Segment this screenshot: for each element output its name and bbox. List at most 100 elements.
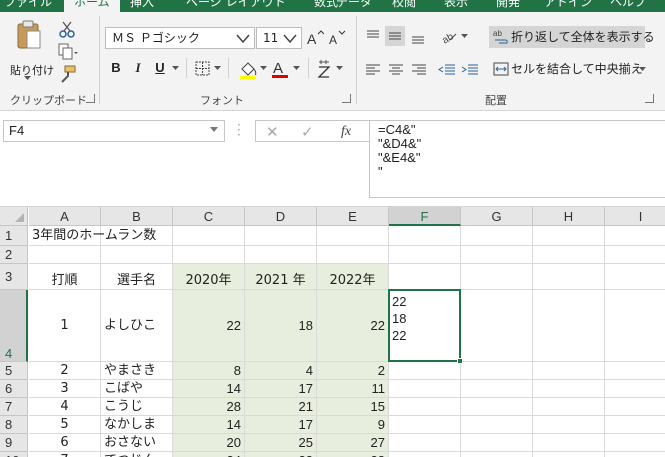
cell-i3[interactable] (605, 264, 665, 290)
cell-f9[interactable] (389, 434, 461, 452)
tab-review[interactable]: 校閲 (392, 0, 416, 12)
cell-h3[interactable] (533, 264, 605, 290)
column-header-f[interactable]: F (389, 207, 461, 226)
cut-icon[interactable] (56, 20, 78, 40)
cell-c10[interactable]: 24 (173, 452, 245, 457)
increase-font-size-icon[interactable]: A (306, 30, 324, 46)
cell-a1[interactable]: 3年間のホームラン数 (29, 226, 156, 246)
wrap-text-button[interactable]: ab 折り返して全体を表示する (489, 26, 655, 48)
cell-a5[interactable]: 2 (29, 362, 101, 380)
cell-g2[interactable] (461, 246, 533, 264)
phonetic-guide-icon[interactable] (317, 59, 331, 79)
cell-i10[interactable] (605, 452, 665, 457)
tab-view[interactable]: 表示 (444, 0, 468, 12)
cell-d8[interactable]: 17 (245, 416, 317, 434)
cell-b4[interactable]: よしひこ (101, 290, 173, 362)
tab-home[interactable]: ホーム (64, 0, 120, 12)
top-align-icon[interactable] (365, 28, 381, 44)
italic-button[interactable]: I (131, 58, 145, 78)
column-header-g[interactable]: G (461, 207, 533, 226)
clipboard-launcher-icon[interactable] (86, 94, 95, 103)
chevron-down-icon[interactable] (461, 34, 468, 38)
font-color-icon[interactable]: A (270, 58, 290, 80)
row-header-10[interactable]: 10 (0, 452, 28, 457)
cell-e5[interactable]: 2 (317, 362, 389, 380)
cell-b2[interactable] (101, 246, 173, 264)
cell-b9[interactable]: おさない (101, 434, 173, 452)
align-right-icon[interactable] (411, 62, 427, 78)
cell-g6[interactable] (461, 380, 533, 398)
cell-a2[interactable] (29, 246, 101, 264)
cell-c1[interactable] (173, 226, 245, 246)
orientation-icon[interactable]: ab (440, 28, 458, 44)
cell-d10[interactable]: 23 (245, 452, 317, 457)
column-header-i[interactable]: I (605, 207, 665, 226)
middle-align-button[interactable] (385, 26, 405, 46)
cell-e10[interactable]: 28 (317, 452, 389, 457)
cell-b10[interactable]: てつじん (101, 452, 173, 457)
cell-f1[interactable] (389, 226, 461, 246)
decrease-font-size-icon[interactable]: A (328, 30, 346, 46)
cell-h8[interactable] (533, 416, 605, 434)
cell-g5[interactable] (461, 362, 533, 380)
borders-icon[interactable] (195, 61, 211, 77)
cell-a10[interactable]: 7 (29, 452, 101, 457)
chevron-down-icon[interactable] (214, 66, 221, 70)
row-header-4[interactable]: 4 (0, 290, 28, 362)
cell-i5[interactable] (605, 362, 665, 380)
tab-insert[interactable]: 挿入 (130, 0, 154, 12)
cell-b7[interactable]: こうじ (101, 398, 173, 416)
tab-data[interactable]: データ (336, 0, 372, 12)
cell-b1[interactable] (101, 226, 173, 246)
cell-e9[interactable]: 27 (317, 434, 389, 452)
formula-input[interactable]: =C4&" "&D4&" "&E4&" " (369, 120, 665, 198)
cell-g10[interactable] (461, 452, 533, 457)
row-header-8[interactable]: 8 (0, 416, 28, 434)
cell-c5[interactable]: 8 (173, 362, 245, 380)
row-header-1[interactable]: 1 (0, 226, 28, 246)
cell-f5[interactable] (389, 362, 461, 380)
cell-c2[interactable] (173, 246, 245, 264)
bold-button[interactable]: B (108, 58, 124, 78)
cell-d3[interactable]: 2021 年 (245, 264, 317, 290)
cell-f6[interactable] (389, 380, 461, 398)
insert-function-icon[interactable]: fx (341, 123, 351, 141)
cell-h5[interactable] (533, 362, 605, 380)
font-launcher-icon[interactable] (342, 94, 351, 103)
cell-g9[interactable] (461, 434, 533, 452)
cell-c3[interactable]: 2020年 (173, 264, 245, 290)
cell-a9[interactable]: 6 (29, 434, 101, 452)
bottom-align-icon[interactable] (410, 28, 426, 44)
align-left-icon[interactable] (365, 62, 381, 78)
tab-file[interactable]: ファイル (4, 0, 52, 12)
chevron-down-icon[interactable] (172, 66, 179, 70)
cell-b5[interactable]: やまさき (101, 362, 173, 380)
cell-a8[interactable]: 5 (29, 416, 101, 434)
cell-d2[interactable] (245, 246, 317, 264)
cell-f7[interactable] (389, 398, 461, 416)
cell-h1[interactable] (533, 226, 605, 246)
fill-color-icon[interactable] (238, 59, 258, 79)
row-header-6[interactable]: 6 (0, 380, 28, 398)
cell-i4[interactable] (605, 290, 665, 362)
cell-i7[interactable] (605, 398, 665, 416)
cell-e8[interactable]: 9 (317, 416, 389, 434)
decrease-indent-icon[interactable] (438, 62, 456, 78)
cell-g1[interactable] (461, 226, 533, 246)
format-painter-icon[interactable] (56, 64, 78, 84)
cell-e3[interactable]: 2022年 (317, 264, 389, 290)
tab-help[interactable]: ヘルプ (610, 0, 646, 12)
cell-h2[interactable] (533, 246, 605, 264)
worksheet-grid[interactable]: A B C D E F G H I 1 3年間のホームラン数 2 3 打順 選手名 2020年 2021 年 20… (0, 207, 665, 457)
tab-formulas[interactable]: 数式 (314, 0, 338, 12)
select-all-button[interactable] (0, 207, 28, 226)
chevron-down-icon[interactable] (336, 66, 343, 70)
align-center-icon[interactable] (388, 62, 404, 78)
chevron-down-icon[interactable] (260, 66, 267, 70)
cell-d5[interactable]: 4 (245, 362, 317, 380)
row-header-3[interactable]: 3 (0, 264, 28, 290)
cell-e6[interactable]: 11 (317, 380, 389, 398)
cell-i2[interactable] (605, 246, 665, 264)
cell-f3[interactable] (389, 264, 461, 290)
increase-indent-icon[interactable] (461, 62, 479, 78)
